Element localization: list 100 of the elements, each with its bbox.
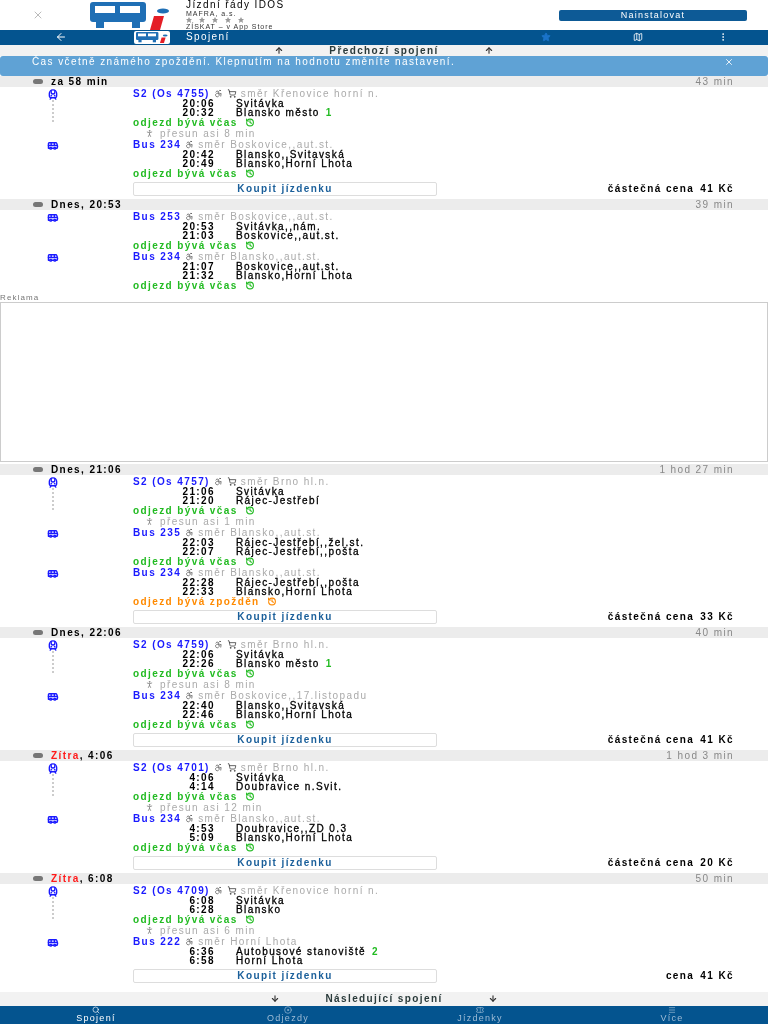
cart-icon — [226, 640, 237, 650]
ad-label: Reklama — [0, 293, 41, 302]
line-link[interactable]: Bus 234 — [133, 140, 182, 150]
departure-title: Dnes, 20:53 — [51, 199, 122, 210]
connection-header[interactable]: Dnes, 22:06 40 min — [0, 626, 768, 638]
direction-text: směr Blansko,,aut.st. — [198, 568, 321, 578]
line-link[interactable]: Bus 253 — [133, 212, 182, 222]
stop-name: Horní Lhota — [236, 956, 304, 966]
logo-icon — [136, 31, 168, 44]
transfer-text: přesun asi 8 min — [160, 679, 256, 690]
status-text: odjezd bývá včas — [133, 669, 238, 679]
stop-name: Svitávka — [236, 772, 285, 783]
line-link[interactable]: S2 (Os 4709) — [133, 886, 210, 896]
buy-ticket-button[interactable]: Koupit jízdenku — [133, 181, 437, 196]
price-label: částečná cena — [607, 858, 695, 868]
wheelchair-icon — [185, 528, 195, 538]
line-link[interactable]: S2 (Os 4701) — [133, 763, 210, 773]
wheelchair-icon — [213, 640, 223, 650]
walking-icon — [145, 679, 154, 689]
connection-header[interactable]: Zítra, 4:06 1 hod 3 min — [0, 749, 768, 761]
duration-text: 39 min — [695, 199, 734, 210]
cart-icon — [226, 89, 237, 99]
tab[interactable]: Jízdenky — [384, 1006, 576, 1024]
line-link[interactable]: Bus 234 — [133, 814, 182, 824]
clock-icon — [243, 281, 256, 291]
line-link[interactable]: Bus 235 — [133, 528, 182, 538]
clock-icon — [243, 843, 256, 853]
line-link[interactable]: Bus 222 — [133, 937, 182, 947]
price-text: 41 Kč — [700, 184, 734, 194]
direction-text: směr Horní Lhota — [198, 937, 298, 947]
buy-ticket-button[interactable]: Koupit jízdenku — [133, 968, 437, 983]
route-line — [52, 773, 54, 796]
stop-name: Rájec-Jestřebí,,pošta — [236, 577, 360, 588]
cart-icon — [226, 886, 237, 896]
walking-icon — [145, 802, 154, 812]
wheelchair-icon — [213, 886, 223, 896]
direction-text: směr Brno hl.n. — [240, 763, 330, 773]
stop-name: Boskovice,,aut.st. — [236, 261, 340, 272]
route-line — [52, 896, 54, 919]
stop-name: Svitávka — [236, 486, 285, 497]
line-link[interactable]: S2 (Os 4757) — [133, 477, 210, 487]
direction-text: směr Brno hl.n. — [240, 477, 330, 487]
stop-time: 22:07 — [182, 547, 215, 557]
price-label: částečná cena — [607, 735, 695, 745]
stop-name: Rájec-Jestřebí,,pošta — [236, 547, 360, 557]
stop-name: Svitávka,,nám. — [236, 221, 322, 232]
price-text: 33 Kč — [700, 612, 734, 622]
stop-time: 22:40 — [181, 700, 215, 711]
stop-time: 20:42 — [181, 149, 215, 160]
stop-name: Rájec-Jestřebí,,žel.st. — [236, 537, 365, 548]
connection-header[interactable]: Dnes, 21:06 1 hod 27 min — [0, 463, 768, 475]
wheelchair-icon — [213, 477, 223, 487]
line-link[interactable]: S2 (Os 4759) — [133, 640, 210, 650]
price-label: částečná cena — [607, 184, 695, 194]
connection-header[interactable]: Dnes, 20:53 39 min — [0, 198, 768, 210]
next-connections-bar[interactable]: Následující spojení — [0, 991, 768, 1006]
status-text: odjezd bývá zpožděn — [133, 597, 260, 607]
wheelchair-icon — [185, 937, 195, 947]
stop-name: Blansko,,Svitavská — [236, 700, 346, 711]
status-text: odjezd bývá včas — [133, 720, 238, 730]
tab[interactable]: Více — [576, 1006, 768, 1024]
nav-title: Spojení — [186, 32, 230, 43]
departure-title: Zítra, 6:08 — [51, 873, 114, 884]
clock-icon — [243, 669, 256, 679]
buy-ticket-button[interactable]: Koupit jízdenku — [133, 732, 437, 747]
direction-text: směr Brno hl.n. — [240, 640, 330, 650]
clock-icon — [243, 241, 256, 251]
previous-text: Předchozí spojení — [329, 45, 439, 56]
tab[interactable]: Spojení — [0, 1006, 192, 1024]
status-text: odjezd bývá včas — [133, 557, 238, 567]
stop-name: Blansko,Horní Lhota — [236, 710, 354, 720]
stop-time: 22:03 — [181, 537, 215, 548]
stop-time: 21:20 — [182, 496, 215, 506]
transfer-text: přesun asi 6 min — [160, 925, 256, 936]
line-link[interactable]: S2 (Os 4755) — [133, 89, 210, 99]
line-link[interactable]: Bus 234 — [133, 568, 182, 578]
connection-header[interactable]: za 58 min 43 min — [0, 75, 768, 87]
cart-icon — [226, 477, 237, 487]
line-link[interactable]: Bus 234 — [133, 691, 182, 701]
buy-ticket-button[interactable]: Koupit jízdenku — [133, 609, 437, 624]
route-line — [52, 99, 54, 122]
transfer-text: přesun asi 8 min — [160, 128, 256, 139]
connection-header[interactable]: Zítra, 6:08 50 min — [0, 872, 768, 884]
status-text: odjezd bývá včas — [133, 281, 238, 291]
direction-text: směr Boskovice,,aut.st. — [198, 140, 334, 150]
tab[interactable]: Odjezdy — [192, 1006, 384, 1024]
status-text: odjezd bývá včas — [133, 843, 238, 853]
buy-ticket-button[interactable]: Koupit jízdenku — [133, 855, 437, 870]
install-button[interactable]: Nainstalovat — [559, 9, 747, 21]
stop-name: Doubravice,,ZD 0.3 — [236, 823, 348, 834]
wheelchair-icon — [185, 568, 195, 578]
next-text: Následující spojení — [325, 994, 443, 1004]
wheelchair-icon — [185, 212, 195, 222]
stop-time: 22:46 — [182, 710, 215, 720]
transfer-text: přesun asi 1 min — [160, 516, 256, 527]
stop-time: 20:53 — [181, 221, 215, 232]
line-link[interactable]: Bus 234 — [133, 252, 182, 262]
route-line — [52, 487, 54, 510]
stop-time: 21:07 — [181, 261, 215, 272]
cart-icon — [226, 763, 237, 773]
